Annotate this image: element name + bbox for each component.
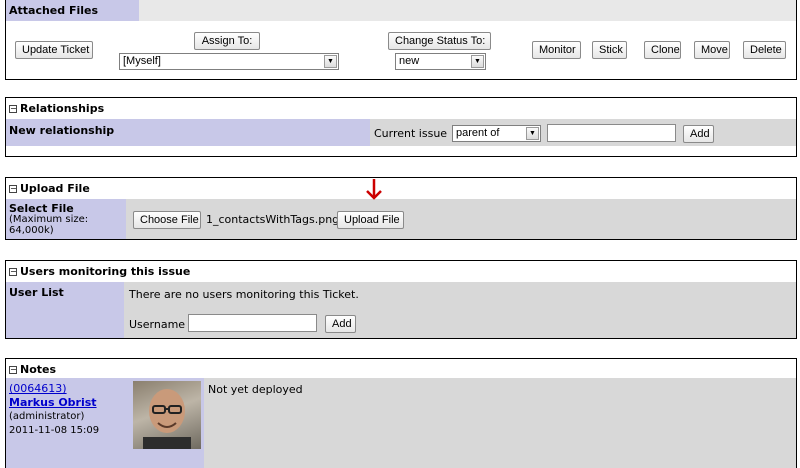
related-issue-input[interactable] [547, 124, 676, 142]
update-ticket-button[interactable]: Update Ticket [15, 41, 93, 59]
add-relationship-button[interactable]: Add [683, 125, 714, 143]
change-status-button[interactable]: Change Status To: [388, 32, 491, 50]
relation-type-value: parent of [456, 127, 500, 139]
collapse-icon[interactable]: − [9, 366, 17, 374]
monitoring-title[interactable]: − Users monitoring this issue [9, 265, 190, 278]
username-label: Username [129, 318, 186, 331]
assign-to-value: [Myself] [123, 55, 161, 67]
relationships-title-text: Relationships [20, 102, 105, 115]
max-size-label: (Maximum size: 64,000k) [9, 214, 89, 236]
add-monitor-button[interactable]: Add [325, 315, 356, 333]
status-value: new [399, 55, 420, 67]
note-author-link[interactable]: Markus Obrist [9, 396, 97, 409]
collapse-icon[interactable]: − [9, 268, 17, 276]
avatar [133, 381, 201, 449]
status-select[interactable]: new ▼ [395, 53, 486, 70]
user-list-label: User List [9, 286, 64, 299]
collapse-icon[interactable]: − [9, 105, 17, 113]
username-input[interactable] [188, 314, 317, 332]
choose-file-button[interactable]: Choose File [133, 211, 201, 229]
clone-button[interactable]: Clone [644, 41, 681, 59]
current-issue-label: Current issue [374, 127, 448, 140]
chevron-down-icon: ▼ [526, 127, 539, 140]
upload-title[interactable]: − Upload File [9, 182, 90, 195]
note-date: 2011-11-08 15:09 [9, 425, 100, 436]
assign-to-select[interactable]: [Myself] ▼ [119, 53, 339, 70]
chevron-down-icon: ▼ [324, 55, 337, 68]
new-relationship-label: New relationship [9, 124, 115, 137]
notes-title[interactable]: − Notes [9, 363, 56, 376]
monitor-button[interactable]: Monitor [532, 41, 581, 59]
note-id-link[interactable]: (0064613) [9, 382, 67, 395]
arrow-down-icon [366, 179, 382, 200]
relationships-title[interactable]: − Relationships [9, 102, 104, 115]
notes-title-text: Notes [20, 363, 57, 376]
selected-filename: 1_contactsWithTags.png [206, 213, 340, 226]
monitoring-title-text: Users monitoring this issue [20, 265, 191, 278]
assign-to-button[interactable]: Assign To: [194, 32, 260, 50]
no-monitors-message: There are no users monitoring this Ticke… [129, 288, 359, 301]
note-text: Not yet deployed [208, 383, 303, 396]
attached-files-label: Attached Files [9, 4, 99, 17]
chevron-down-icon: ▼ [471, 55, 484, 68]
stick-button[interactable]: Stick [592, 41, 627, 59]
upload-title-text: Upload File [20, 182, 90, 195]
collapse-icon[interactable]: − [9, 185, 17, 193]
delete-button[interactable]: Delete [743, 41, 786, 59]
move-button[interactable]: Move [694, 41, 730, 59]
upload-file-button[interactable]: Upload File [337, 211, 404, 229]
relation-type-select[interactable]: parent of ▼ [452, 125, 541, 142]
attached-files-bar [139, 0, 796, 21]
note-author-role: (administrator) [9, 411, 85, 422]
avatar-face-icon [143, 389, 191, 449]
